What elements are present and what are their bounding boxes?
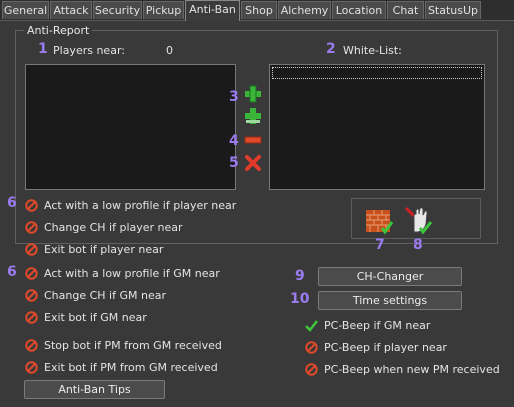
tab-pickup[interactable]: Pickup — [143, 1, 184, 19]
disabled-icon — [25, 266, 38, 280]
option-low-profile-gm[interactable]: Act with a low profile if GM near — [25, 266, 220, 282]
option-exit-bot-pm[interactable]: Exit bot if PM from GM received — [25, 360, 218, 376]
tab-alchemy[interactable]: Alchemy — [278, 1, 331, 19]
marker-5: 5 — [229, 155, 239, 171]
tab-security[interactable]: Security — [93, 1, 142, 19]
marker-4: 4 — [229, 133, 239, 149]
players-near-list[interactable] — [25, 64, 236, 190]
remove-from-whitelist-icon[interactable] — [244, 133, 262, 147]
tab-anti-ban[interactable]: Anti-Ban — [185, 0, 240, 21]
anti-report-title: Anti-Report — [24, 24, 93, 37]
marker-6-gm: 6 — [7, 264, 17, 280]
marker-9: 9 — [295, 268, 305, 284]
disabled-icon — [25, 338, 38, 352]
players-near-label: Players near: — [53, 44, 125, 57]
marker-10: 10 — [290, 291, 310, 307]
tab-general[interactable]: General — [2, 1, 49, 19]
time-settings-button[interactable]: Time settings — [318, 291, 462, 310]
marker-6-player: 6 — [7, 195, 17, 211]
tab-bar: General Attack Security Pickup Anti-Ban … — [0, 0, 514, 21]
whitelist-list[interactable] — [269, 64, 485, 190]
players-near-value: 0 — [166, 44, 173, 57]
option-exit-bot-gm[interactable]: Exit bot if GM near — [25, 310, 147, 326]
marker-7: 7 — [375, 237, 385, 253]
ch-changer-button[interactable]: CH-Changer — [318, 267, 462, 286]
anti-ban-tips-button[interactable]: Anti-Ban Tips — [24, 380, 165, 399]
marker-2: 2 — [326, 41, 336, 57]
disabled-icon — [305, 340, 318, 354]
disabled-icon — [25, 198, 38, 212]
option-beep-player-near[interactable]: PC-Beep if player near — [305, 340, 447, 356]
tab-shop[interactable]: Shop — [241, 1, 277, 19]
tab-location[interactable]: Location — [332, 1, 386, 19]
option-beep-gm-near[interactable]: PC-Beep if GM near — [305, 318, 430, 334]
whitelist-label: White-List: — [343, 44, 402, 57]
clear-whitelist-icon[interactable] — [244, 154, 262, 172]
add-player-to-whitelist-icon[interactable] — [244, 85, 262, 103]
checkmark-icon — [305, 319, 318, 332]
marker-1: 1 — [38, 41, 48, 57]
marker-8: 8 — [413, 237, 423, 253]
disabled-icon — [25, 360, 38, 374]
whitelist-focus-row[interactable] — [272, 67, 482, 79]
tab-chat[interactable]: Chat — [387, 1, 424, 19]
marker-3: 3 — [229, 89, 239, 105]
option-exit-bot-player[interactable]: Exit bot if player near — [25, 242, 163, 258]
brick-wall-icon[interactable] — [364, 206, 394, 236]
tab-statusup[interactable]: StatusUp — [425, 1, 481, 19]
disabled-icon — [25, 220, 38, 234]
option-beep-new-pm[interactable]: PC-Beep when new PM received — [305, 362, 500, 378]
option-change-ch-player[interactable]: Change CH if player near — [25, 220, 183, 236]
disabled-icon — [305, 362, 318, 376]
disabled-icon — [25, 242, 38, 256]
add-name-to-whitelist-icon[interactable] — [244, 107, 262, 125]
option-stop-bot-pm[interactable]: Stop bot if PM from GM received — [25, 338, 222, 354]
disabled-icon — [25, 288, 38, 302]
disabled-icon — [25, 310, 38, 324]
option-change-ch-gm[interactable]: Change CH if GM near — [25, 288, 166, 304]
hand-block-icon[interactable] — [402, 204, 434, 236]
option-low-profile-player[interactable]: Act with a low profile if player near — [25, 198, 236, 214]
tab-attack[interactable]: Attack — [50, 1, 92, 19]
